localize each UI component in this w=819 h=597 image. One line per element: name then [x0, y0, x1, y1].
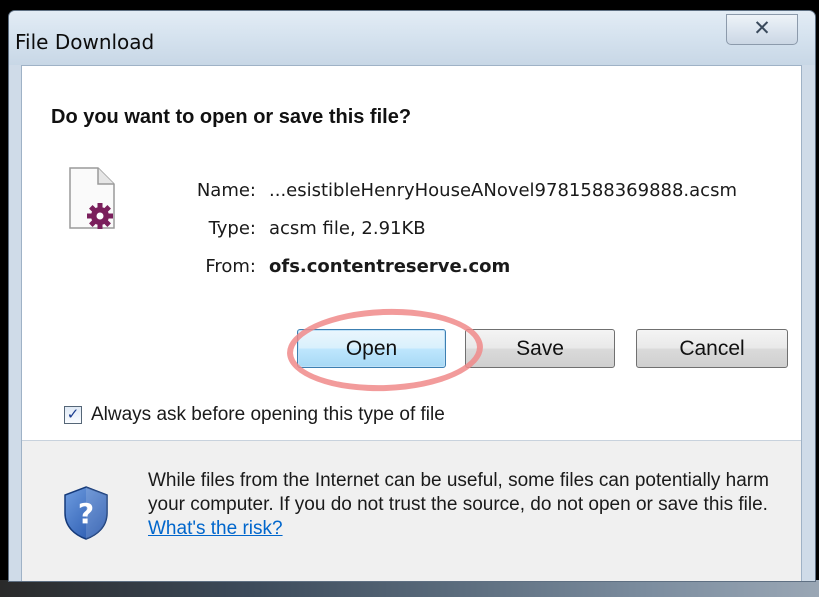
name-value: ...esistibleHenryHouseANovel978158836988…: [269, 180, 737, 201]
security-warning-text: While files from the Internet can be use…: [148, 469, 788, 541]
security-shield-icon: ?: [64, 486, 108, 540]
always-ask-checkbox[interactable]: ✓: [64, 406, 82, 424]
title-bar: File Download ✕: [9, 11, 815, 65]
dialog-content: Do you want to open or save this file? N…: [21, 65, 802, 581]
acsm-file-icon: [69, 167, 115, 229]
cancel-button[interactable]: Cancel: [636, 329, 788, 368]
name-label: Name:: [196, 180, 256, 201]
taskbar-strip: [0, 580, 819, 597]
close-icon: ✕: [753, 16, 771, 40]
from-label: From:: [205, 256, 256, 277]
always-ask-label[interactable]: Always ask before opening this type of f…: [91, 404, 445, 426]
window-title: File Download: [15, 30, 155, 54]
from-value: ofs.contentreserve.com: [269, 256, 511, 277]
save-button[interactable]: Save: [465, 329, 615, 368]
security-footer: ? While files from the Internet can be u…: [22, 441, 801, 581]
file-download-dialog: File Download ✕ Do you want to open or s…: [8, 10, 816, 582]
open-button[interactable]: Open: [297, 329, 446, 368]
whats-the-risk-link[interactable]: What's the risk?: [148, 518, 283, 539]
type-label: Type:: [208, 218, 256, 239]
dialog-question: Do you want to open or save this file?: [51, 106, 412, 128]
warning-message: While files from the Internet can be use…: [148, 470, 769, 515]
close-button[interactable]: ✕: [726, 14, 798, 45]
svg-text:?: ?: [78, 497, 94, 530]
type-value: acsm file, 2.91KB: [269, 218, 426, 239]
